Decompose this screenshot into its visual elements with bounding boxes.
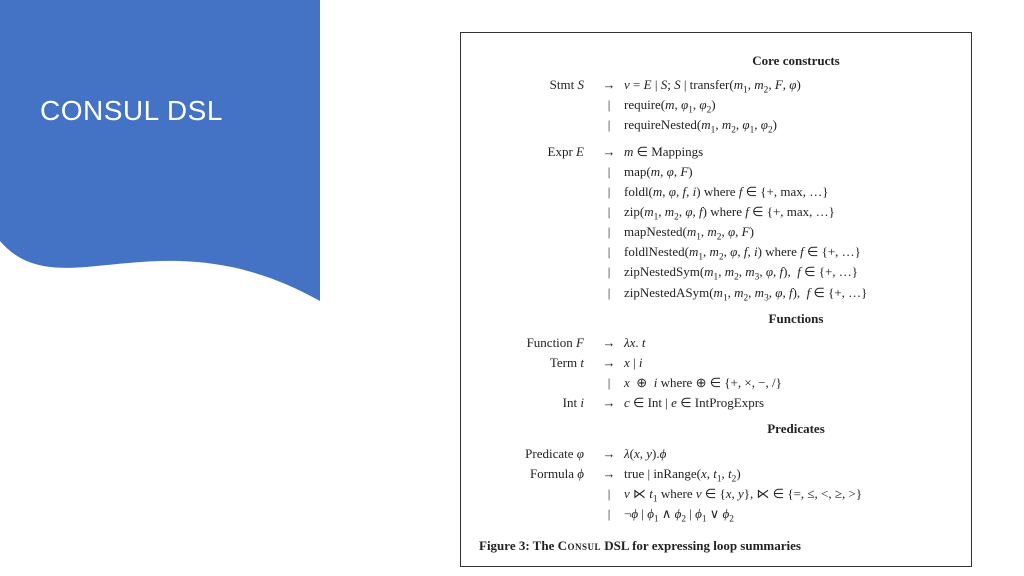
arrow-icon: → — [594, 333, 624, 353]
formula-row-0: true | inRange(x, t1, t2) — [624, 464, 953, 484]
section-functions: Functions — [639, 309, 953, 329]
arrow-icon: → — [594, 75, 624, 95]
pipe-icon: | — [594, 242, 624, 262]
arrow-icon: → — [594, 464, 624, 484]
expr-row-7: zipNestedASym(m1, m2, m3, φ, f), f ∈ {+,… — [624, 283, 953, 303]
pipe-icon: | — [594, 115, 624, 135]
pipe-icon: | — [594, 373, 624, 393]
expr-row-1: map(m, φ, F) — [624, 162, 953, 182]
pipe-icon: | — [594, 504, 624, 524]
pipe-icon: | — [594, 162, 624, 182]
function-rhs: λx. t — [624, 333, 953, 353]
arrow-icon: → — [594, 353, 624, 373]
pipe-icon: | — [594, 484, 624, 504]
stmt-row-2: requireNested(m1, m2, φ1, φ2) — [624, 115, 953, 135]
term-row-1: x ⊕ i where ⊕ ∈ {+, ×, −, /} — [624, 373, 953, 393]
term-row-0: x | i — [624, 353, 953, 373]
pipe-icon: | — [594, 95, 624, 115]
function-lhs: Function F — [527, 335, 584, 350]
sidebar-shape — [0, 0, 320, 320]
formula-row-2: ¬ϕ | ϕ1 ∧ ϕ2 | ϕ1 ∨ ϕ2 — [624, 504, 953, 524]
grammar-predicate: Predicate φ → λ(x, y).ϕ Formula ϕ → true… — [479, 444, 953, 525]
arrow-icon: → — [594, 393, 624, 413]
expr-row-4: mapNested(m1, m2, φ, F) — [624, 222, 953, 242]
stmt-row-1: require(m, φ1, φ2) — [624, 95, 953, 115]
predicate-lhs: Predicate φ — [525, 446, 584, 461]
pipe-icon: | — [594, 202, 624, 222]
slide-title: CONSUL DSL — [40, 95, 223, 127]
expr-row-2: foldl(m, φ, f, i) where f ∈ {+, max, …} — [624, 182, 953, 202]
stmt-row-0: v = E | S; S | transfer(m1, m2, F, φ) — [624, 75, 953, 95]
wave-bottom — [0, 241, 320, 321]
int-lhs: Int i — [563, 395, 584, 410]
expr-row-3: zip(m1, m2, φ, f) where f ∈ {+, max, …} — [624, 202, 953, 222]
formula-row-1: v ⋉ t1 where v ∈ {x, y}, ⋉ ∈ {=, ≤, <, ≥… — [624, 484, 953, 504]
pipe-icon: | — [594, 222, 624, 242]
stmt-lhs: Stmt S — [550, 77, 584, 92]
section-core: Core constructs — [639, 51, 953, 71]
formula-lhs: Formula ϕ — [530, 466, 584, 481]
figure-caption: Figure 3: The Consul DSL for expressing … — [479, 536, 953, 556]
section-predicates: Predicates — [639, 419, 953, 439]
int-rhs: c ∈ Int | e ∈ IntProgExprs — [624, 393, 953, 413]
expr-row-5: foldlNested(m1, m2, φ, f, i) where f ∈ {… — [624, 242, 953, 262]
pipe-icon: | — [594, 262, 624, 282]
pipe-icon: | — [594, 182, 624, 202]
expr-row-6: zipNestedSym(m1, m2, m3, φ, f), f ∈ {+, … — [624, 262, 953, 282]
arrow-icon: → — [594, 142, 624, 162]
grammar-expr: Expr E → m ∈ Mappings | map(m, φ, F) | f… — [479, 142, 953, 303]
pipe-icon: | — [594, 283, 624, 303]
arrow-icon: → — [594, 444, 624, 464]
term-lhs: Term t — [550, 355, 584, 370]
grammar-stmt: Stmt S → v = E | S; S | transfer(m1, m2,… — [479, 75, 953, 135]
predicate-rhs: λ(x, y).ϕ — [624, 444, 953, 464]
grammar-function: Function F → λx. t Term t → x | i | x ⊕ … — [479, 333, 953, 414]
expr-row-0: m ∈ Mappings — [624, 142, 953, 162]
expr-lhs: Expr E — [548, 144, 584, 159]
figure-box: Core constructs Stmt S → v = E | S; S | … — [460, 32, 972, 567]
